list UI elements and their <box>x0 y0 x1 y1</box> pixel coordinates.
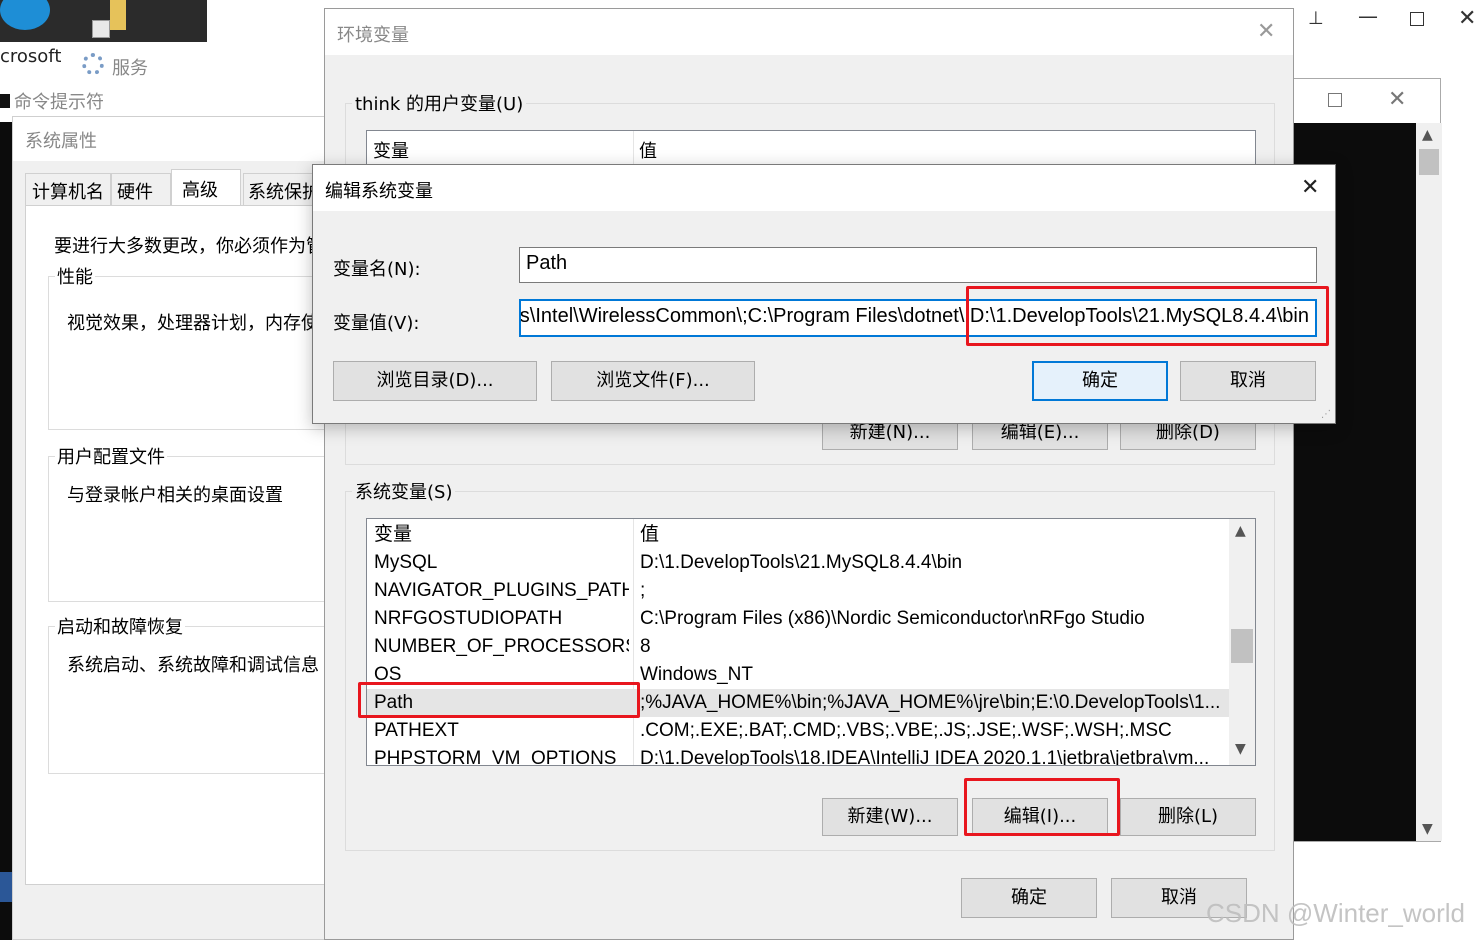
var-value: C:\Program Files (x86)\Nordic Semiconduc… <box>640 608 1145 629</box>
var-value: 8 <box>640 636 651 657</box>
word-icon <box>0 872 12 902</box>
var-value-label: 变量值(V): <box>333 313 420 334</box>
var-value: Windows_NT <box>640 664 753 685</box>
profile-label: 用户配置文件 <box>55 443 167 469</box>
env-title-bar: 环境变量 ✕ <box>325 9 1293 55</box>
shortcut-icon[interactable] <box>92 20 110 38</box>
edit-title-bar: 编辑系统变量 ✕ <box>313 165 1335 211</box>
tab-hardware[interactable]: 硬件 <box>111 173 171 205</box>
browse-dir-button[interactable]: 浏览目录(D)... <box>333 361 537 401</box>
var-name: PATHEXT <box>374 720 459 741</box>
tab-panel: 要进行大多数更改，你必须作为管 性能 视觉效果，处理器计划，内存使 用户配置文件… <box>25 205 348 885</box>
table-row[interactable]: PHPSTORM_VM_OPTIONS D:\1.DevelopTools\18… <box>367 745 1229 766</box>
table-row[interactable]: NUMBER_OF_PROCESSORS 8 <box>367 633 1229 661</box>
sys-col-val-header[interactable]: 值 <box>640 521 1230 549</box>
close-icon[interactable]: ✕ <box>1388 87 1406 112</box>
profile-group: 用户配置文件 与登录帐户相关的桌面设置 <box>48 443 348 602</box>
tab-advanced-label: 高级 <box>182 180 218 201</box>
tab-computer-name-label: 计算机名 <box>32 182 104 203</box>
table-row[interactable]: NAVIGATOR_PLUGINS_PATH ; <box>367 577 1229 605</box>
services-window-bg <box>70 42 330 82</box>
system-variables-label: 系统变量(S) <box>352 478 456 504</box>
table-row[interactable]: PATHEXT .COM;.EXE;.BAT;.CMD;.VBS;.VBE;.J… <box>367 717 1229 745</box>
var-name: NAVIGATOR_PLUGINS_PATH <box>374 580 629 601</box>
tab-hardware-label: 硬件 <box>117 182 153 203</box>
tab-system-protection-label: 系统保护 <box>248 182 320 203</box>
var-name: PHPSTORM_VM_OPTIONS <box>374 748 617 766</box>
table-scrollbar[interactable]: ▲ ▼ <box>1229 519 1255 765</box>
maximize-icon[interactable] <box>1328 93 1342 107</box>
sysprops-title: 系统属性 <box>25 131 97 152</box>
var-name-label: 变量名(N): <box>333 259 421 280</box>
performance-label: 性能 <box>55 263 95 289</box>
highlight-edit-button <box>964 778 1120 836</box>
browse-file-button[interactable]: 浏览文件(F)... <box>551 361 755 401</box>
environment-variables-window: 环境变量 ✕ think 的用户变量(U) 变量 值 新建(N)... 编辑(E… <box>324 8 1294 940</box>
edit-ok-button[interactable]: 确定 <box>1032 361 1168 401</box>
user-col-val-header[interactable]: 值 <box>639 137 657 163</box>
scroll-down-icon[interactable]: ▼ <box>1235 741 1246 757</box>
cmd-icon <box>0 94 10 108</box>
console-scrollbar[interactable]: ▲ ▼ <box>1416 123 1442 841</box>
scroll-up-icon[interactable]: ▲ <box>1422 127 1433 143</box>
env-close-icon[interactable]: ✕ <box>1257 19 1275 44</box>
folder-icon <box>110 0 126 30</box>
var-value: ;%JAVA_HOME%\bin;%JAVA_HOME%\jre\bin;E:\… <box>640 692 1221 713</box>
admin-intro-text: 要进行大多数更改，你必须作为管 <box>54 236 324 257</box>
sys-new-button[interactable]: 新建(W)... <box>822 798 958 836</box>
startup-label: 启动和故障恢复 <box>55 613 185 639</box>
resize-grip-icon[interactable]: ⋰ <box>1321 409 1331 420</box>
pin-icon[interactable]: ⊥ <box>1308 8 1324 29</box>
sys-delete-button[interactable]: 删除(L) <box>1120 798 1256 836</box>
cmd-window-title: 命令提示符 <box>14 92 104 113</box>
var-name-input[interactable]: Path <box>519 247 1317 283</box>
var-value: ; <box>640 580 646 601</box>
var-value: D:\1.DevelopTools\18.IDEA\IntelliJ IDEA … <box>640 748 1210 766</box>
tab-computer-name[interactable]: 计算机名 <box>25 173 111 205</box>
scroll-thumb[interactable] <box>1419 149 1439 175</box>
scroll-down-icon[interactable]: ▼ <box>1422 821 1433 837</box>
var-value: .COM;.EXE;.BAT;.CMD;.VBS;.VBE;.JS;.JSE;.… <box>640 720 1172 741</box>
var-name: NUMBER_OF_PROCESSORS <box>374 636 629 657</box>
gear-icon <box>82 53 104 75</box>
sys-col-var-header[interactable]: 变量 <box>374 521 629 549</box>
services-label: 服务 <box>112 58 148 79</box>
performance-group: 性能 视觉效果，处理器计划，内存使 <box>48 263 348 430</box>
tab-advanced[interactable]: 高级 <box>171 169 241 207</box>
edge-app-label: crosoft <box>0 46 62 67</box>
highlight-path-row <box>358 682 640 718</box>
var-name: MySQL <box>374 552 438 573</box>
maximize-top-icon[interactable] <box>1410 12 1424 26</box>
highlight-value-box <box>966 286 1329 346</box>
edit-close-icon[interactable]: ✕ <box>1301 175 1319 200</box>
close-top-icon[interactable]: ✕ <box>1458 6 1476 31</box>
edit-title: 编辑系统变量 <box>325 181 433 202</box>
startup-desc: 系统启动、系统故障和调试信息 <box>67 655 319 676</box>
profile-desc: 与登录帐户相关的桌面设置 <box>67 485 283 506</box>
system-properties-window: 系统属性 计算机名 硬件 高级 系统保护 要进行大多数更改，你必须作为管 性能 … <box>12 116 348 940</box>
var-value: D:\1.DevelopTools\21.MySQL8.4.4\bin <box>640 552 963 573</box>
scroll-thumb[interactable] <box>1231 629 1253 663</box>
startup-group: 启动和故障恢复 系统启动、系统故障和调试信息 <box>48 613 348 774</box>
table-header-row: 变量 值 <box>367 521 1229 549</box>
user-variables-label: think 的用户变量(U) <box>352 90 527 116</box>
system-variables-group: 系统变量(S) 变量 值 MySQL D:\1.DevelopTools\21.… <box>345 478 1275 851</box>
left-console-strip <box>0 112 12 940</box>
sysprops-title-bar: 系统属性 <box>13 117 343 161</box>
performance-desc: 视觉效果，处理器计划，内存使 <box>67 313 319 334</box>
system-variables-table[interactable]: 变量 值 MySQL D:\1.DevelopTools\21.MySQL8.4… <box>366 518 1256 766</box>
edit-cancel-button[interactable]: 取消 <box>1180 361 1316 401</box>
watermark: CSDN @Winter_world <box>1206 898 1465 928</box>
minimize-icon[interactable]: — <box>1358 4 1378 28</box>
user-col-var-header[interactable]: 变量 <box>373 137 409 163</box>
var-name: NRFGOSTUDIOPATH <box>374 608 563 629</box>
env-ok-button[interactable]: 确定 <box>961 878 1097 918</box>
table-row[interactable]: MySQL D:\1.DevelopTools\21.MySQL8.4.4\bi… <box>367 549 1229 577</box>
scroll-up-icon[interactable]: ▲ <box>1235 523 1246 539</box>
env-title: 环境变量 <box>337 25 409 46</box>
table-row[interactable]: NRFGOSTUDIOPATH C:\Program Files (x86)\N… <box>367 605 1229 633</box>
